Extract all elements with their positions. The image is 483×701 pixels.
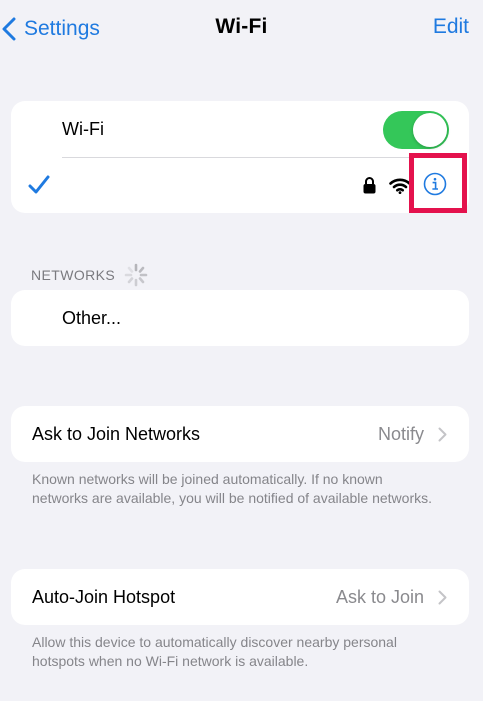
auto-join-hotspot-row[interactable]: Auto-Join Hotspot Ask to Join: [11, 569, 469, 625]
auto-join-hotspot-value: Ask to Join: [335, 587, 424, 607]
page-title: Wi-Fi: [215, 15, 268, 38]
ask-to-join-footnote: Known networks will be joined automatica…: [32, 471, 432, 506]
auto-join-hotspot-label: Auto-Join Hotspot: [32, 587, 176, 607]
chevron-right-icon: [438, 590, 447, 605]
connected-network-row[interactable]: [11, 158, 469, 213]
auto-join-hotspot-footnote: Allow this device to automatically disco…: [32, 634, 397, 669]
ask-to-join-label: Ask to Join Networks: [32, 424, 201, 444]
other-network-label: Other...: [62, 308, 122, 328]
checkmark-icon: [28, 175, 50, 194]
chevron-right-icon: [438, 427, 447, 442]
networks-section-header: NETWORKS: [31, 262, 149, 288]
lock-icon: [363, 177, 376, 194]
toggle-knob: [413, 113, 447, 147]
other-network-row[interactable]: Other...: [11, 290, 469, 346]
edit-button[interactable]: Edit: [433, 15, 469, 39]
networks-header-label: NETWORKS: [31, 267, 116, 283]
wifi-toggle-label: Wi-Fi: [62, 119, 104, 139]
loading-spinner-icon: [124, 263, 148, 287]
wifi-signal-icon: [389, 178, 411, 194]
info-button-highlight: [409, 153, 467, 213]
ask-to-join-value: Notify: [377, 424, 424, 444]
wifi-card: Wi-Fi: [11, 101, 469, 213]
ask-to-join-row[interactable]: Ask to Join Networks Notify: [11, 406, 469, 462]
wifi-toggle[interactable]: [383, 111, 449, 149]
